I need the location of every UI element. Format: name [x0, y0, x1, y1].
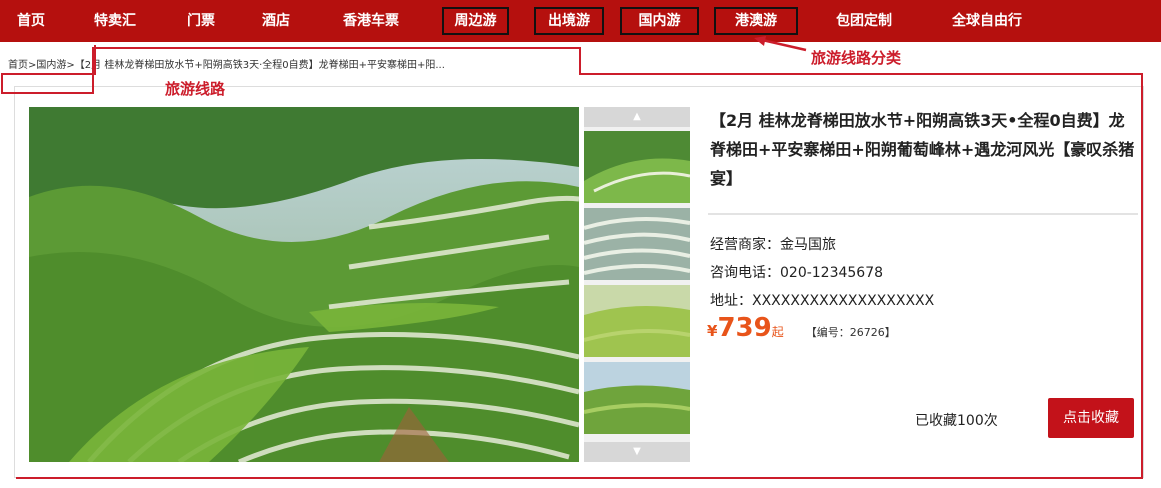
- top-nav-bar: 首页 特卖汇 门票 酒店 香港车票 周边游 出境游 国内游 港澳游 包团定制 全…: [0, 0, 1161, 42]
- nav-item-custom-group[interactable]: 包团定制: [826, 7, 902, 35]
- nav-item-hk-bus-tickets[interactable]: 香港车票: [333, 7, 409, 35]
- nav-item-global-free-travel[interactable]: 全球自由行: [940, 7, 1034, 35]
- nav-item-domestic-tours[interactable]: 国内游: [620, 7, 699, 35]
- nav-item-tickets[interactable]: 门票: [182, 7, 220, 35]
- annotation-route-outline: [1, 45, 1143, 479]
- nav-item-outbound-tours[interactable]: 出境游: [534, 7, 604, 35]
- nav-item-home[interactable]: 首页: [13, 7, 49, 35]
- nav-item-nearby-tours[interactable]: 周边游: [442, 7, 509, 35]
- nav-item-hotels[interactable]: 酒店: [257, 7, 295, 35]
- nav-item-hk-macau-tours[interactable]: 港澳游: [714, 7, 798, 35]
- annotation-route-label: 旅游线路: [165, 80, 226, 98]
- nav-item-flash-sale[interactable]: 特卖汇: [88, 7, 142, 35]
